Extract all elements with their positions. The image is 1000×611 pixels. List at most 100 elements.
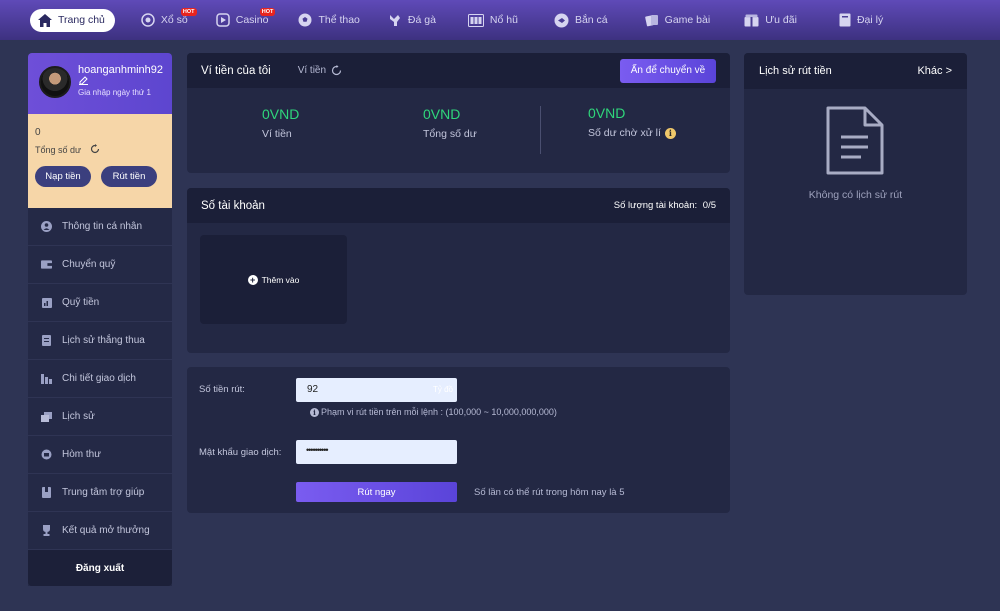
- sidebar-item-personal-info[interactable]: Thông tin cá nhân: [28, 208, 172, 246]
- history-empty-text: Không có lịch sử rút: [808, 189, 903, 201]
- nav-sports[interactable]: Thể thao: [298, 0, 360, 40]
- withdraw-now-label: Rút ngay: [357, 486, 396, 498]
- withdraw-history-card: Lịch sử rút tiền Khác > Không có lịch sử…: [744, 53, 967, 295]
- sidebar-item-label: Lịch sử thắng thua: [62, 335, 145, 346]
- wallet-tab[interactable]: Ví tiền: [298, 65, 326, 76]
- rooster-icon: [389, 15, 400, 26]
- history-title: Lịch sử rút tiền: [759, 65, 832, 77]
- nav-cards[interactable]: Game bài: [644, 0, 710, 40]
- nav-agent[interactable]: Đại lý: [839, 0, 883, 40]
- edit-icon[interactable]: [79, 76, 88, 85]
- gift-icon: [744, 14, 759, 26]
- amount-suffix: Tỷ đồ: [432, 385, 453, 394]
- nav-lottery[interactable]: Xổ số HOT: [141, 0, 197, 40]
- range-note-row: i Phạm vi rút tiền trên mỗi lệnh : (100,…: [310, 407, 557, 417]
- withdraw-form-card: Số tiền rút: 92 Tỷ đồ i Phạm vi rút tiền…: [187, 367, 730, 513]
- history-doc-icon: [41, 335, 52, 346]
- join-days: Gia nhập ngày thứ 1: [78, 88, 151, 97]
- nav-fishing[interactable]: Bắn cá: [554, 0, 608, 40]
- deposit-label: Nạp tiền: [45, 171, 81, 182]
- sidebar-item-label: Thông tin cá nhân: [62, 221, 143, 232]
- nav-fishing-label: Bắn cá: [574, 14, 608, 26]
- balance-label: Tổng số dư: [35, 145, 82, 155]
- logout-button[interactable]: Đăng xuất: [28, 550, 172, 586]
- nav-cockfight[interactable]: Đá gà: [388, 0, 436, 40]
- sidebar-item-label: Quỹ tiền: [62, 297, 100, 308]
- sidebar-item-help-center[interactable]: Trung tâm trợ giúp: [28, 474, 172, 512]
- hot-badge: HOT: [259, 8, 276, 16]
- add-account-label: Thêm vào: [261, 274, 300, 285]
- sidebar-item-lottery-results[interactable]: Kết quả mở thưởng: [28, 512, 172, 550]
- refresh-icon[interactable]: [90, 144, 100, 154]
- withdraw-button[interactable]: Rút tiền: [101, 166, 157, 187]
- sidebar-item-win-loss-history[interactable]: Lịch sử thắng thua: [28, 322, 172, 360]
- accounts-count-row: Số lượng tài khoản: 0/5: [614, 200, 716, 211]
- sidebar-item-fund[interactable]: Quỹ tiền: [28, 284, 172, 322]
- username: hoanganhminh92: [78, 64, 164, 76]
- sidebar-item-history[interactable]: Lịch sử: [28, 398, 172, 436]
- nav-promotions[interactable]: Ưu đãi: [744, 0, 797, 40]
- amount-label: Số tiền rút:: [199, 384, 245, 395]
- wallet-stat-wallet: 0VND Ví tiền: [262, 106, 299, 140]
- amount-input[interactable]: 92 Tỷ đồ: [296, 378, 457, 402]
- stat-label: Tổng số dư: [423, 128, 477, 140]
- deposit-button[interactable]: Nạp tiền: [35, 166, 91, 187]
- nav-slots[interactable]: Nổ hũ: [467, 0, 518, 40]
- history-header: Lịch sử rút tiền Khác >: [744, 53, 967, 89]
- nav-home[interactable]: Trang chủ: [30, 8, 115, 32]
- nav-promotions-label: Ưu đãi: [765, 14, 797, 26]
- nav-cockfight-label: Đá gà: [407, 14, 436, 26]
- sidebar-item-transactions[interactable]: Chi tiết giao dịch: [28, 360, 172, 398]
- sidebar-item-label: Kết quả mở thưởng: [62, 525, 150, 536]
- stat-value: 0VND: [423, 106, 461, 122]
- wallet-card: Ví tiền của tôi Ví tiền Ấn để chuyển về …: [187, 53, 730, 173]
- refresh-icon[interactable]: [331, 65, 342, 76]
- trophy-icon: [41, 525, 52, 536]
- password-label: Mật khẩu giao dịch:: [199, 447, 282, 458]
- casino-icon: [216, 13, 230, 27]
- nav-sports-label: Thể thao: [318, 14, 360, 26]
- amount-value: 92: [307, 384, 319, 395]
- range-note: Phạm vi rút tiền trên mỗi lệnh : (100,00…: [321, 407, 557, 417]
- sidebar-item-label: Lịch sử: [62, 411, 95, 422]
- document-icon: [826, 106, 884, 175]
- fish-icon: [554, 13, 569, 27]
- password-value: ••••••••••: [306, 445, 328, 455]
- slot-machine-icon: [467, 13, 484, 27]
- accounts-count: 0/5: [702, 200, 716, 211]
- home-icon: [38, 13, 52, 27]
- logout-label: Đăng xuất: [75, 562, 125, 574]
- info-icon: i: [310, 407, 319, 417]
- mailbox-icon: [41, 449, 52, 460]
- hot-badge: HOT: [180, 8, 197, 16]
- sidebar-item-transfer[interactable]: Chuyển quỹ: [28, 246, 172, 284]
- divider: [540, 106, 541, 154]
- remaining-withdrawals: Số lần có thể rút trong hôm nay là 5: [474, 487, 625, 498]
- nav-slots-label: Nổ hũ: [489, 14, 518, 26]
- help-book-icon: [41, 487, 52, 498]
- sidebar-item-mailbox[interactable]: Hòm thư: [28, 436, 172, 474]
- history-more-link[interactable]: Khác >: [917, 65, 952, 77]
- accounts-header: Số tài khoản Số lượng tài khoản: 0/5: [187, 188, 730, 223]
- withdraw-now-button[interactable]: Rút ngay: [296, 482, 457, 502]
- wallet-title: Ví tiền của tôi: [201, 64, 271, 77]
- avatar[interactable]: [39, 66, 71, 98]
- sidebar-menu: Thông tin cá nhân Chuyển quỹ Quỹ tiền Lị…: [28, 208, 172, 586]
- info-icon[interactable]: i: [664, 127, 676, 139]
- top-nav: Trang chủ Xổ số HOT Casino HOT Thể thao …: [0, 0, 1000, 40]
- stat-value: 0VND: [262, 106, 300, 122]
- sidebar-item-label: Trung tâm trợ giúp: [62, 487, 145, 498]
- password-input[interactable]: ••••••••••: [296, 440, 457, 464]
- soccer-ball-icon: [298, 13, 312, 27]
- nav-casino[interactable]: Casino HOT: [216, 0, 276, 40]
- stat-label: Ví tiền: [262, 128, 292, 140]
- accounts-card: Số tài khoản Số lượng tài khoản: 0/5 + T…: [187, 188, 730, 353]
- stat-label-row: Số dư chờ xử lí i: [588, 127, 676, 139]
- add-account-button[interactable]: + Thêm vào: [200, 235, 347, 324]
- profile-header: hoanganhminh92 Gia nhập ngày thứ 1: [28, 53, 172, 114]
- accounts-title: Số tài khoản: [201, 199, 265, 212]
- wallet-stat-total: 0VND Tổng số dư: [423, 106, 477, 140]
- sidebar-item-label: Hòm thư: [62, 449, 101, 460]
- wallet-stat-pending: 0VND Số dư chờ xử lí i: [588, 105, 676, 139]
- transfer-back-button[interactable]: Ấn để chuyển về: [620, 58, 716, 83]
